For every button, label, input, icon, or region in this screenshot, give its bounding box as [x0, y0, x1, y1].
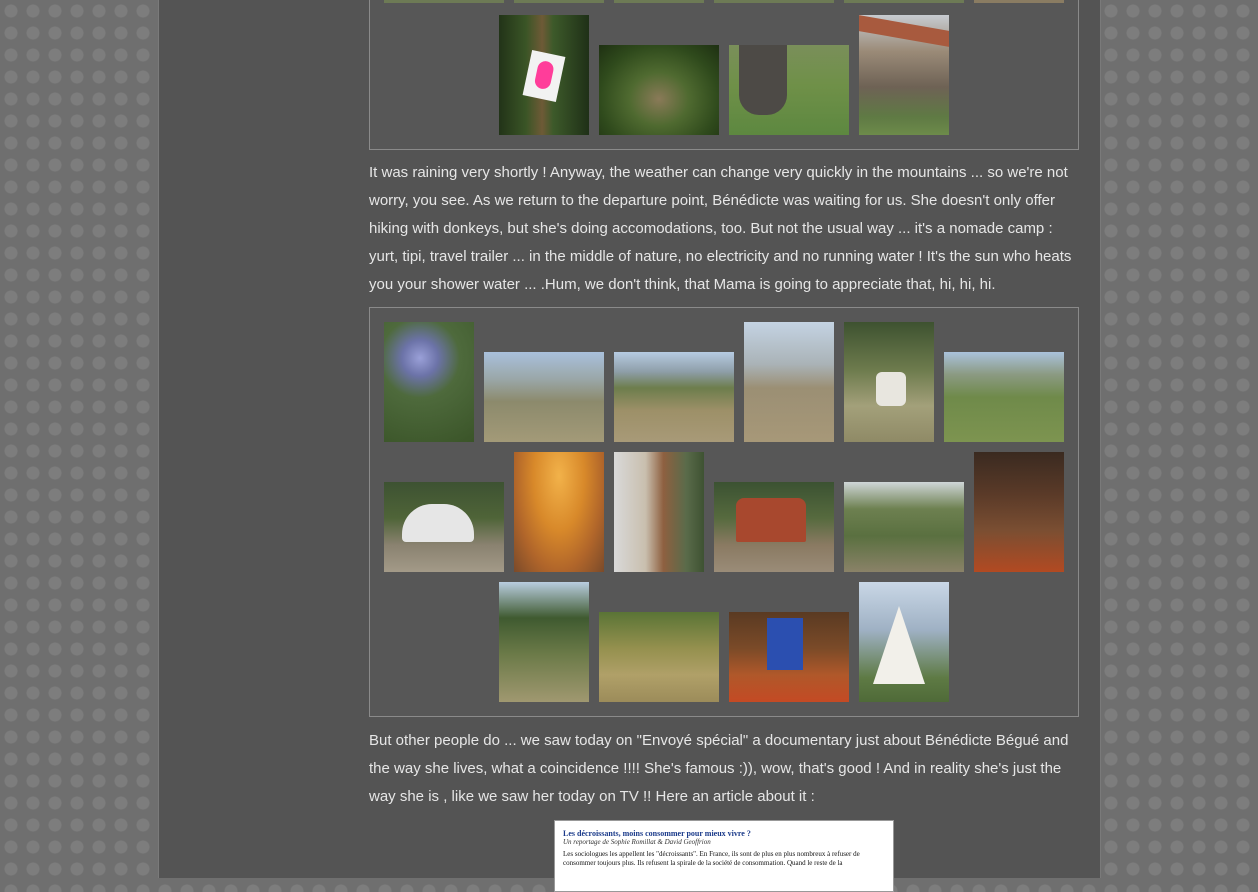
thumbnail-partial[interactable]	[614, 0, 704, 3]
thumbnail-partial[interactable]	[514, 0, 604, 3]
thumbnail-partial[interactable]	[714, 0, 834, 3]
photo-kitchen-interior[interactable]	[974, 452, 1064, 572]
photo-yurt-exterior[interactable]	[384, 482, 504, 572]
photo-cabin-interior[interactable]	[729, 612, 849, 702]
yurt	[402, 504, 474, 542]
thumbnail-partial[interactable]	[974, 0, 1064, 3]
photo-group-with-donkeys[interactable]	[484, 352, 604, 442]
photo-trail-sign[interactable]	[499, 15, 589, 135]
sign-board	[522, 49, 566, 103]
photo-gallery-1	[369, 0, 1079, 150]
photo-travel-trailer[interactable]	[714, 482, 834, 572]
photo-llamas-in-meadow[interactable]	[499, 582, 589, 702]
thumbnail-partial[interactable]	[844, 0, 964, 3]
photo-yurt-interior[interactable]	[514, 452, 604, 572]
roof	[859, 15, 949, 47]
story-paragraph-1: It was raining very shortly ! Anyway, th…	[369, 164, 1072, 293]
blue-fridge	[767, 618, 803, 670]
photo-forest-path[interactable]	[599, 45, 719, 135]
photo-donkeys-on-road[interactable]	[614, 352, 734, 442]
photo-donkeys-in-field[interactable]	[944, 352, 1064, 442]
photo-stone-house[interactable]	[859, 15, 949, 135]
photo-llama-grazing[interactable]	[599, 612, 719, 702]
tipi-shape	[873, 606, 925, 684]
article-clipping[interactable]: Les décroissants, moins consommer pour m…	[554, 820, 894, 892]
content-column: It was raining very shortly ! Anyway, th…	[158, 0, 1101, 892]
photo-two-people[interactable]	[744, 322, 834, 442]
pink-symbol	[533, 59, 555, 91]
article-body: Les sociologues les appellent les "décro…	[563, 850, 860, 867]
photo-blue-thistle[interactable]	[384, 322, 474, 442]
story-paragraph-2: But other people do ... we saw today on …	[369, 732, 1069, 805]
article-byline: Un reportage de Sophie Romillat & David …	[563, 838, 711, 846]
photo-gallery-2	[369, 307, 1079, 717]
photo-donkey-grazing[interactable]	[729, 45, 849, 135]
thumbnail-partial[interactable]	[384, 0, 504, 3]
photo-llama[interactable]	[844, 322, 934, 442]
photo-yurt-door[interactable]	[614, 452, 704, 572]
photo-camp-site[interactable]	[844, 482, 964, 572]
donkey-head	[739, 45, 787, 115]
article-headline: Les décroissants, moins consommer pour m…	[563, 829, 751, 838]
trailer	[736, 498, 806, 542]
photo-tipi[interactable]	[859, 582, 949, 702]
llama-body	[876, 372, 906, 406]
